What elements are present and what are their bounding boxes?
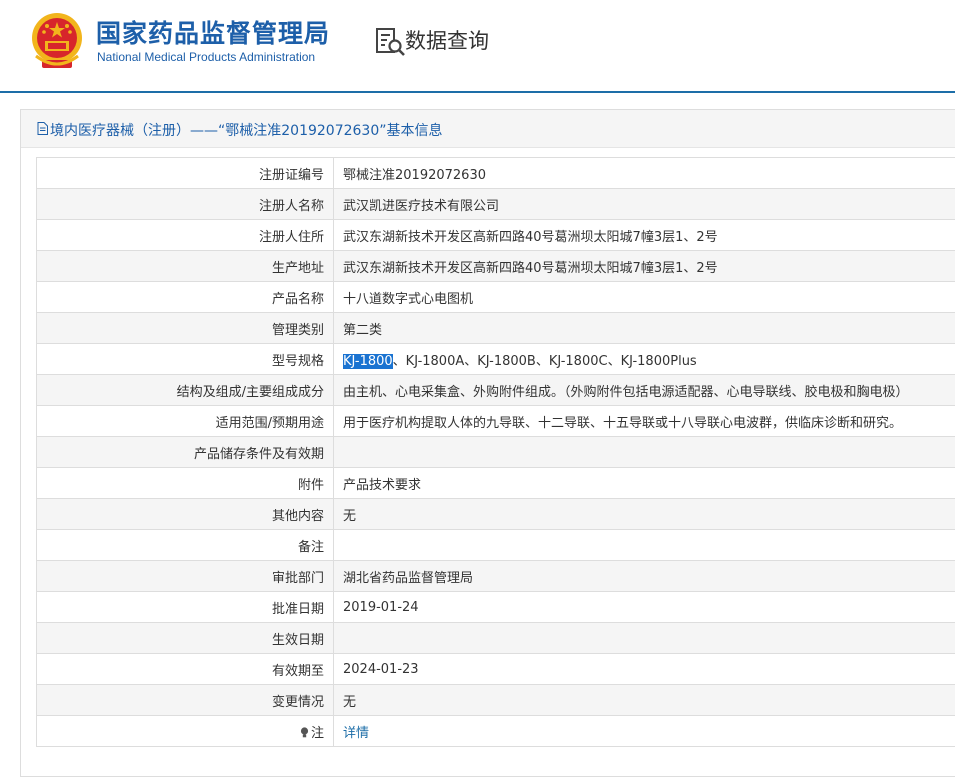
panel-header: 境内医疗器械（注册）——“鄂械注准20192072630”基本信息 <box>21 110 955 148</box>
row-value: 十八道数字式心电图机 <box>333 281 955 313</box>
row-label: 附件 <box>36 467 334 499</box>
row-value: 2019-01-24 <box>333 591 955 623</box>
org-name-en: National Medical Products Administration <box>97 50 316 64</box>
details-link[interactable]: 详情 <box>343 726 369 741</box>
table-row: 注册人名称 武汉凯进医疗技术有限公司 <box>36 188 955 220</box>
row-label: 备注 <box>36 529 334 561</box>
table-row: 型号规格 KJ-1800、KJ-1800A、KJ-1800B、KJ-1800C、… <box>36 343 955 375</box>
row-value: 湖北省药品监督管理局 <box>333 560 955 592</box>
table-row: 注册人住所 武汉东湖新技术开发区高新四路40号葛洲坝太阳城7幢3层1、2号 <box>36 219 955 251</box>
row-label: 适用范围/预期用途 <box>36 405 334 437</box>
row-label: 变更情况 <box>36 684 334 716</box>
table-row: 管理类别 第二类 <box>36 312 955 344</box>
row-label: 审批部门 <box>36 560 334 592</box>
row-value: 无 <box>333 684 955 716</box>
data-search-icon <box>376 28 405 56</box>
row-label: 生产地址 <box>36 250 334 282</box>
table-row: 附件 产品技术要求 <box>36 467 955 499</box>
row-value <box>333 622 955 654</box>
table-row: 变更情况 无 <box>36 684 955 716</box>
row-label: 结构及组成/主要组成成分 <box>36 374 334 406</box>
row-value: 产品技术要求 <box>333 467 955 499</box>
table-row: 其他内容 无 <box>36 498 955 530</box>
row-label: 生效日期 <box>36 622 334 654</box>
device-info-table: 注册证编号 鄂械注准20192072630 注册人名称 武汉凯进医疗技术有限公司… <box>36 157 955 747</box>
table-row: 批准日期 2019-01-24 <box>36 591 955 623</box>
table-row: 产品名称 十八道数字式心电图机 <box>36 281 955 313</box>
row-label: 批准日期 <box>36 591 334 623</box>
row-label: 产品储存条件及有效期 <box>36 436 334 468</box>
row-value: 用于医疗机构提取人体的九导联、十二导联、十五导联或十八导联心电波群，供临床诊断和… <box>333 405 955 437</box>
selected-text[interactable]: KJ-1800 <box>343 353 393 369</box>
table-row: 生产地址 武汉东湖新技术开发区高新四路40号葛洲坝太阳城7幢3层1、2号 <box>36 250 955 282</box>
row-label: 注册人名称 <box>36 188 334 220</box>
table-row: 生效日期 <box>36 622 955 654</box>
row-value: 武汉凯进医疗技术有限公司 <box>333 188 955 220</box>
row-label: 其他内容 <box>36 498 334 530</box>
table-row: 注 详情 <box>36 715 955 747</box>
row-value: KJ-1800、KJ-1800A、KJ-1800B、KJ-1800C、KJ-18… <box>333 343 955 375</box>
table-row: 注册证编号 鄂械注准20192072630 <box>36 157 955 189</box>
row-label: 注 <box>36 715 334 747</box>
panel-title: 境内医疗器械（注册）——“鄂械注准20192072630”基本信息 <box>50 123 443 139</box>
row-value: 鄂械注准20192072630 <box>333 157 955 189</box>
table-row: 结构及组成/主要组成成分 由主机、心电采集盒、外购附件组成。（外购附件包括电源适… <box>36 374 955 406</box>
row-value: 第二类 <box>333 312 955 344</box>
row-label: 产品名称 <box>36 281 334 313</box>
page: 国家药品监督管理局 National Medical Products Admi… <box>0 0 955 784</box>
row-label: 注册人住所 <box>36 219 334 251</box>
table-row: 有效期至 2024-01-23 <box>36 653 955 685</box>
table-row: 审批部门 湖北省药品监督管理局 <box>36 560 955 592</box>
lightbulb-icon <box>300 726 309 737</box>
row-value <box>333 436 955 468</box>
document-icon <box>37 122 48 135</box>
row-label: 注册证编号 <box>36 157 334 189</box>
row-label: 型号规格 <box>36 343 334 375</box>
row-value: 2024-01-23 <box>333 653 955 685</box>
model-list-text: 、KJ-1800A、KJ-1800B、KJ-1800C、KJ-1800Plus <box>392 353 697 369</box>
row-value <box>333 529 955 561</box>
table-row: 适用范围/预期用途 用于医疗机构提取人体的九导联、十二导联、十五导联或十八导联心… <box>36 405 955 437</box>
row-value: 武汉东湖新技术开发区高新四路40号葛洲坝太阳城7幢3层1、2号 <box>333 219 955 251</box>
table-row: 产品储存条件及有效期 <box>36 436 955 468</box>
national-emblem-icon <box>32 13 82 68</box>
row-label: 管理类别 <box>36 312 334 344</box>
row-value: 无 <box>333 498 955 530</box>
org-name-cn: 国家药品监督管理局 <box>96 19 331 48</box>
header-divider <box>0 91 955 93</box>
row-value: 武汉东湖新技术开发区高新四路40号葛洲坝太阳城7幢3层1、2号 <box>333 250 955 282</box>
table-row: 备注 <box>36 529 955 561</box>
site-header: 国家药品监督管理局 National Medical Products Admi… <box>0 0 955 93</box>
row-label: 有效期至 <box>36 653 334 685</box>
row-value: 由主机、心电采集盒、外购附件组成。（外购附件包括电源适配器、心电导联线、胶电极和… <box>333 374 955 406</box>
row-value: 详情 <box>333 715 955 747</box>
query-title: 数据查询 <box>405 29 489 53</box>
note-label: 注 <box>310 725 324 741</box>
